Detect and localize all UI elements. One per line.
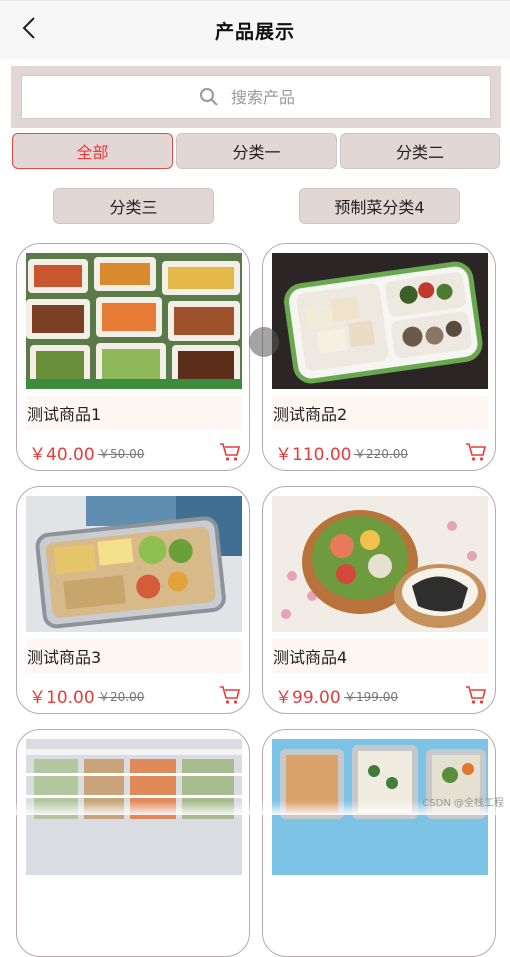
tab-category-3[interactable]: 分类三: [53, 188, 214, 224]
product-price: ￥40.00: [29, 445, 95, 465]
product-name: 测试商品4: [272, 639, 488, 673]
tab-label: 分类二: [395, 143, 444, 162]
product-price: ￥110.00: [275, 445, 352, 465]
search-icon: [200, 88, 218, 106]
tab-label: 分类一: [232, 143, 281, 162]
tab-category-2[interactable]: 分类二: [340, 133, 500, 169]
tab-all[interactable]: 全部: [12, 133, 173, 169]
product-card[interactable]: 测试商品4 ￥99.00 ￥199.00: [262, 486, 496, 714]
product-price: ￥10.00: [29, 688, 95, 708]
watermark: CSDN @全栈工程: [422, 798, 504, 809]
product-image-compartment-box[interactable]: [272, 253, 488, 389]
tab-label: 预制菜分类4: [334, 198, 425, 217]
search-bar: [11, 66, 501, 128]
product-price: ￥99.00: [275, 688, 341, 708]
product-image-wooden-bento[interactable]: [272, 496, 488, 632]
cart-icon[interactable]: [465, 685, 487, 705]
top-bar: 产品展示: [0, 0, 510, 59]
product-name: 测试商品2: [272, 396, 488, 430]
product-original-price: ￥220.00: [354, 447, 408, 461]
product-image-steel-tray[interactable]: [26, 496, 242, 632]
product-card[interactable]: 测试商品1 ￥40.00 ￥50.00: [16, 243, 250, 471]
product-card[interactable]: 测试商品3 ￥10.00 ￥20.00: [16, 486, 250, 714]
product-card[interactable]: 测试商品2 ￥110.00 ￥220.00: [262, 243, 496, 471]
tab-category-4[interactable]: 预制菜分类4: [299, 188, 460, 224]
tab-label: 全部: [76, 143, 109, 162]
product-original-price: ￥20.00: [98, 690, 145, 704]
tab-category-1[interactable]: 分类一: [176, 133, 337, 169]
search-box[interactable]: [21, 75, 491, 119]
tab-label: 分类三: [109, 198, 158, 217]
product-name: 测试商品1: [26, 396, 242, 430]
scroll-indicator[interactable]: [249, 327, 279, 357]
product-card[interactable]: [262, 729, 496, 957]
page-title: 产品展示: [214, 21, 295, 43]
search-input[interactable]: [229, 86, 313, 108]
product-card[interactable]: [16, 729, 250, 957]
product-original-price: ￥199.00: [344, 690, 398, 704]
cart-icon[interactable]: [219, 442, 241, 462]
product-original-price: ￥50.00: [98, 447, 145, 461]
product-name: 测试商品3: [26, 639, 242, 673]
cart-icon[interactable]: [465, 442, 487, 462]
cart-icon[interactable]: [219, 685, 241, 705]
product-image-bento-trays[interactable]: [26, 253, 242, 389]
